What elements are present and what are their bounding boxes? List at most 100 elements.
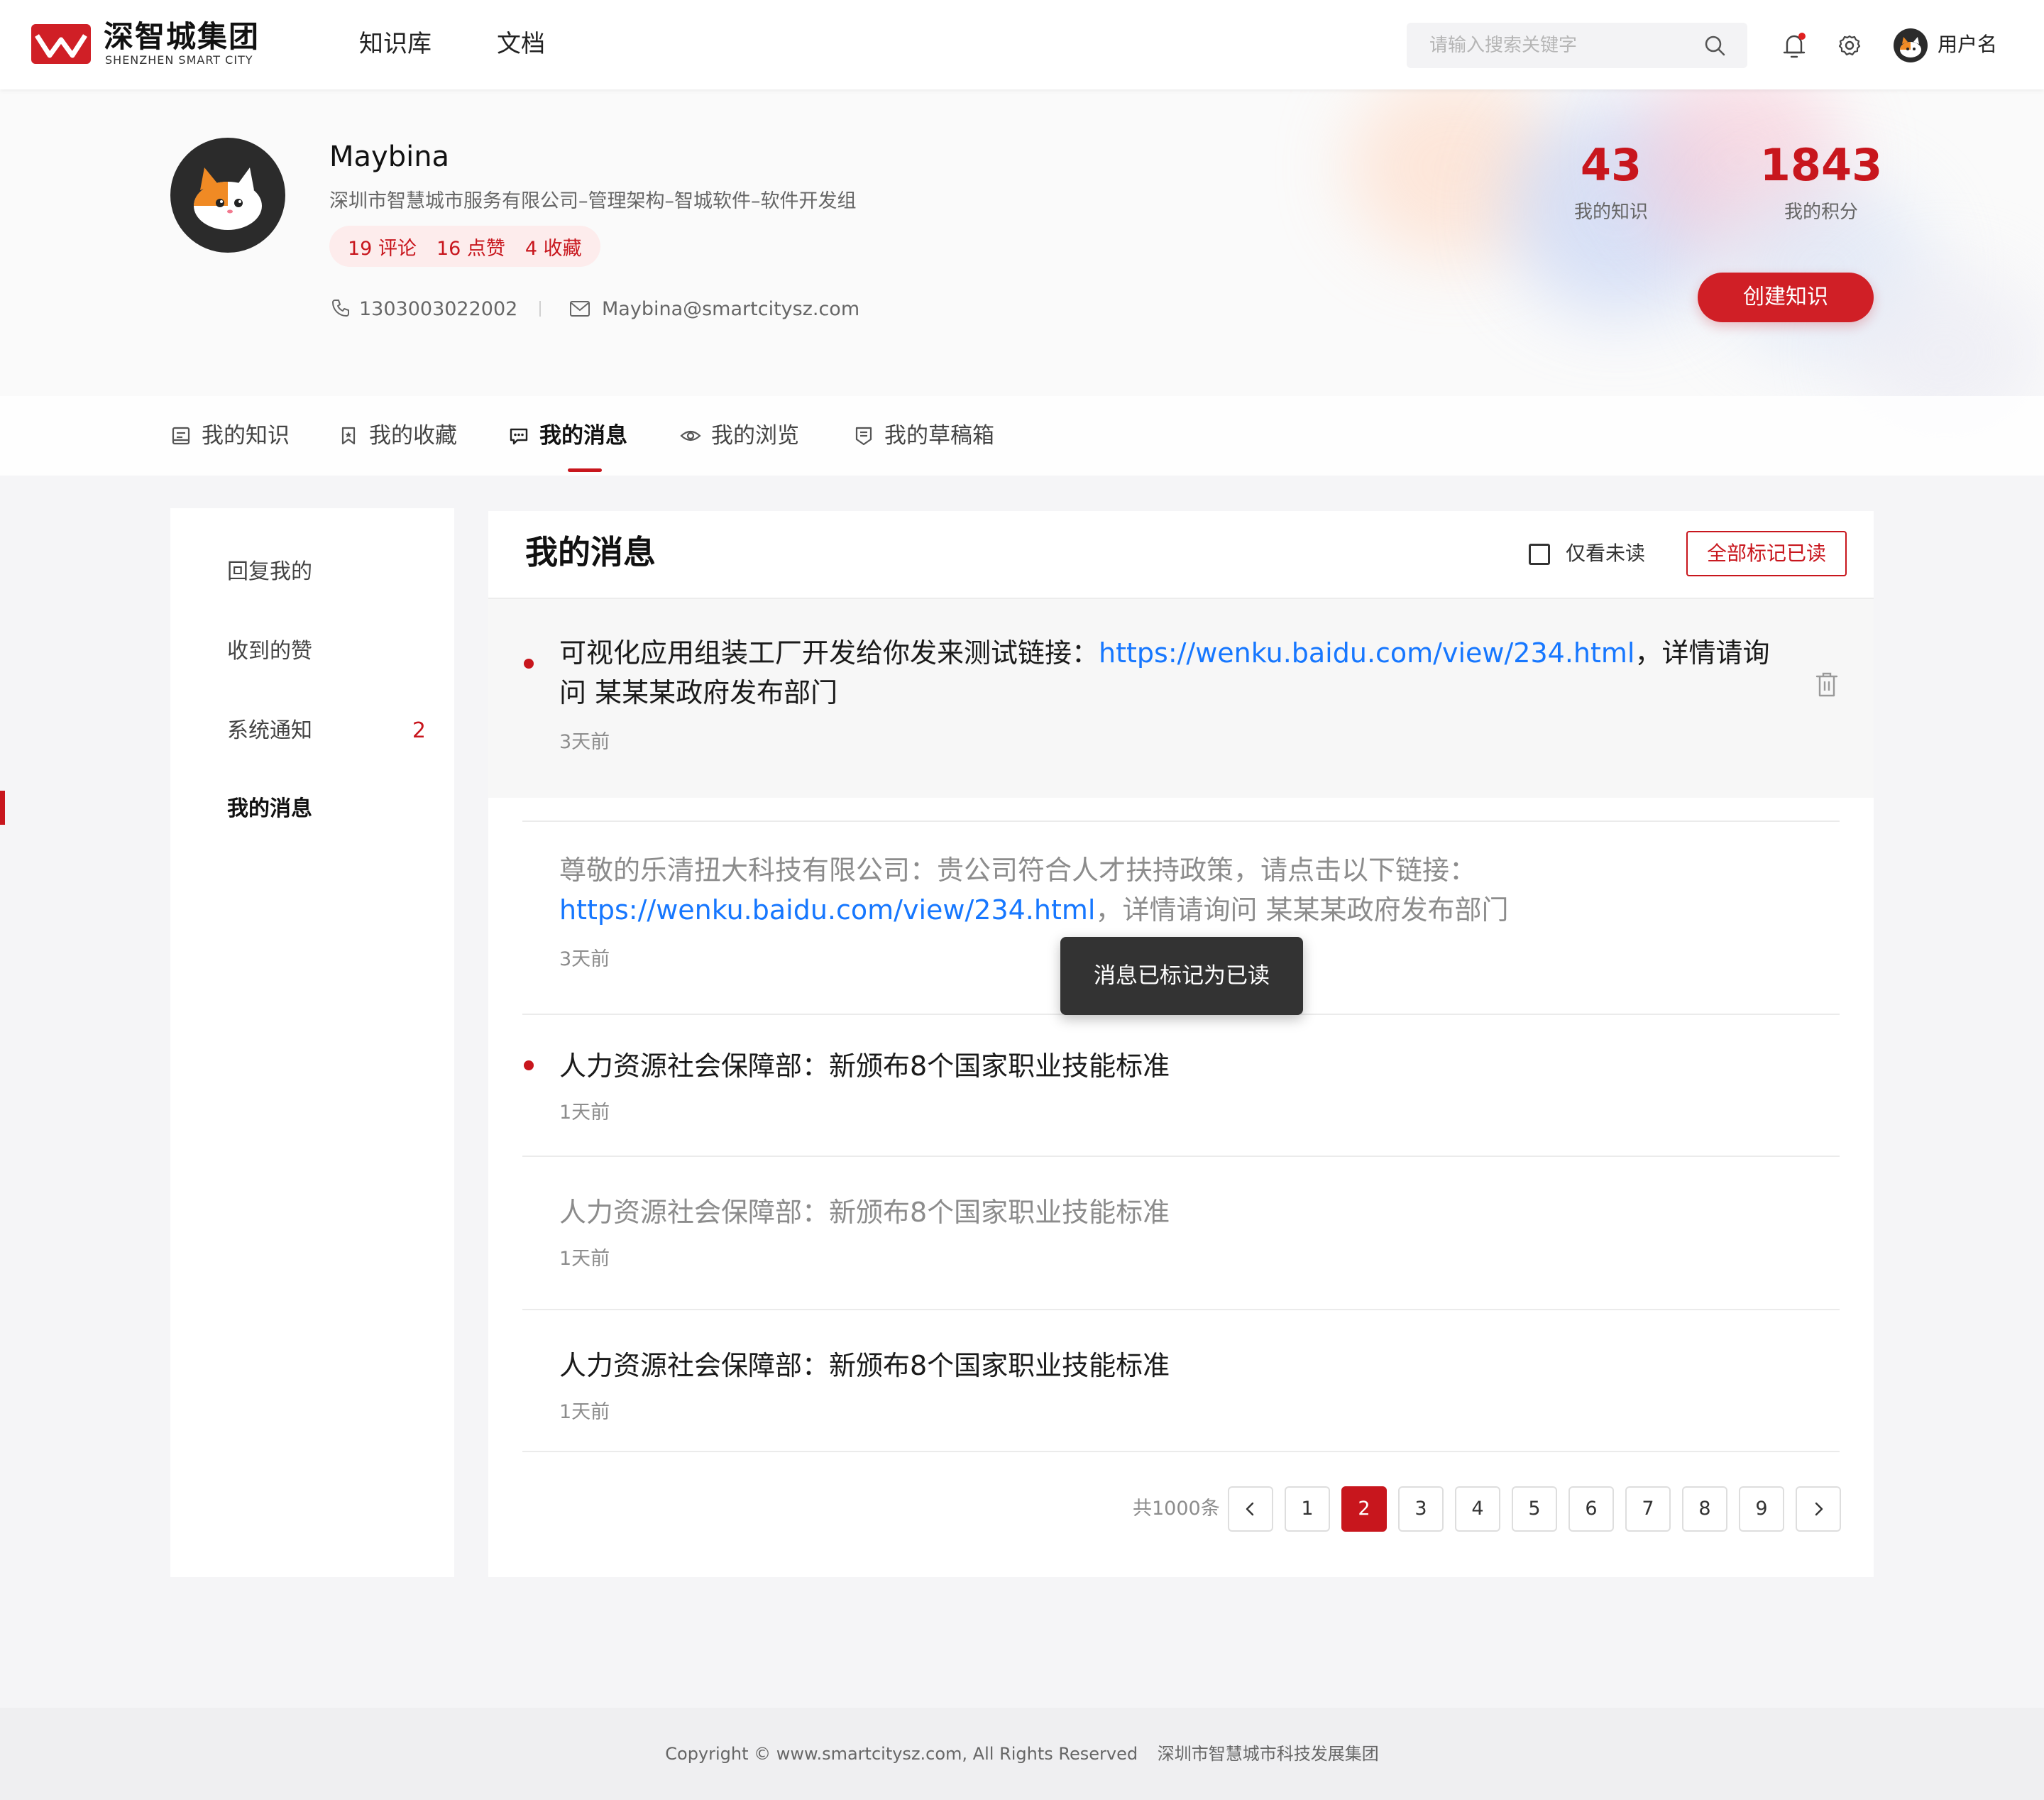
pagination-page-button[interactable]: 2 <box>1341 1486 1387 1532</box>
message-time: 1天前 <box>559 1248 610 1270</box>
settings-gear-icon[interactable] <box>1837 31 1862 60</box>
pagination-page-button[interactable]: 3 <box>1398 1486 1444 1532</box>
message-time: 1天前 <box>559 1401 610 1423</box>
knowledge-count[interactable]: 43 <box>1561 141 1661 190</box>
unread-count-badge: 2 <box>412 718 426 743</box>
favorites-count[interactable]: 4 收藏 <box>525 233 582 260</box>
sidebar-item-replies[interactable]: 回复我的 <box>170 551 454 593</box>
messages-panel: 我的消息 仅看未读 全部标记已读 可视化应用组装工厂开发给你发来测试链接：htt… <box>488 511 1874 1577</box>
pagination-page-button[interactable]: 6 <box>1568 1486 1614 1532</box>
message-time: 3天前 <box>559 948 610 970</box>
profile-name: Maybina <box>329 141 450 173</box>
company-name: 深圳市智慧城市科技发展集团 <box>1157 1744 1379 1764</box>
pagination-page-button[interactable]: 5 <box>1512 1486 1557 1532</box>
list-item[interactable]: 人力资源社会保障部：新颁布8个国家职业技能标准 1天前 <box>488 1310 1874 1452</box>
sidebar-item-label: 系统通知 <box>227 718 312 743</box>
message-text-part: 尊敬的乐清扭大科技有限公司：贵公司符合人才扶持政策，请点击以下链接： <box>559 855 1477 886</box>
cat-avatar-icon <box>194 168 262 230</box>
chevron-left-icon <box>1246 1502 1254 1516</box>
nav-knowledge-base[interactable]: 知识库 <box>359 28 432 60</box>
active-tab-indicator <box>568 468 602 472</box>
row-divider <box>522 1451 1840 1452</box>
phone-icon <box>332 300 349 317</box>
tab-label: 我的浏览 <box>711 423 799 449</box>
likes-count[interactable]: 16 点赞 <box>436 233 505 260</box>
user-avatar[interactable] <box>1894 28 1928 62</box>
message-link[interactable]: https://wenku.baidu.com/view/234.html <box>559 894 1095 926</box>
message-time: 1天前 <box>559 1102 610 1124</box>
sidebar-item-label: 收到的赞 <box>227 639 312 664</box>
message-text: 尊敬的乐清扭大科技有限公司：贵公司符合人才扶持政策，请点击以下链接： https:… <box>559 850 1624 930</box>
message-text-part: ，详情请询问 某某某政府发布部门 <box>1095 894 1509 926</box>
message-text: 人力资源社会保障部：新颁布8个国家职业技能标准 <box>559 1197 1170 1228</box>
search-input[interactable]: 请输入搜索关键字 <box>1407 23 1747 68</box>
pagination-page-button[interactable]: 8 <box>1682 1486 1727 1532</box>
trash-icon[interactable] <box>1815 671 1838 698</box>
list-item[interactable]: 人力资源社会保障部：新颁布8个国家职业技能标准 1天前 <box>488 1015 1874 1156</box>
contact-divider <box>539 301 541 317</box>
message-text: 人力资源社会保障部：新颁布8个国家职业技能标准 <box>559 1050 1170 1082</box>
tab-my-messages[interactable]: 我的消息 <box>508 422 627 450</box>
eye-icon <box>680 430 701 441</box>
bookmark-icon <box>341 427 356 445</box>
unread-only-label[interactable]: 仅看未读 <box>1566 539 1645 568</box>
logo-subtitle: SHENZHEN SMART CITY <box>105 53 253 67</box>
tab-my-favorites[interactable]: 我的收藏 <box>338 422 457 450</box>
pagination-page-button[interactable]: 9 <box>1739 1486 1784 1532</box>
points-count-label: 我的积分 <box>1784 202 1858 223</box>
comments-count[interactable]: 19 评论 <box>348 233 417 260</box>
tab-my-drafts[interactable]: 我的草稿箱 <box>853 422 994 450</box>
username-label[interactable]: 用户名 <box>1938 31 1997 58</box>
pagination-prev-button[interactable] <box>1228 1486 1273 1532</box>
pagination-page-button[interactable]: 4 <box>1455 1486 1500 1532</box>
list-item[interactable]: 可视化应用组装工厂开发给你发来测试链接：https://wenku.baidu.… <box>488 599 1874 798</box>
nav-documents[interactable]: 文档 <box>497 28 545 60</box>
unread-only-checkbox[interactable] <box>1529 544 1550 565</box>
sidebar-item-system-notices[interactable]: 系统通知 2 <box>170 710 454 752</box>
profile-phone: 1303003022002 <box>359 298 518 320</box>
knowledge-count-label: 我的知识 <box>1573 202 1648 223</box>
toast-notification: 消息已标记为已读 <box>1060 937 1303 1015</box>
tab-label: 我的收藏 <box>369 423 457 449</box>
sidebar-item-my-messages[interactable]: 我的消息 <box>170 788 454 830</box>
top-navbar: 深智城集团 SHENZHEN SMART CITY 知识库 文档 请输入搜索关键… <box>0 0 2044 89</box>
search-placeholder: 请输入搜索关键字 <box>1429 35 1578 56</box>
logo-text: 深智城集团 <box>104 19 260 54</box>
list-item[interactable]: 人力资源社会保障部：新颁布8个国家职业技能标准 1天前 <box>488 1157 1874 1309</box>
search-icon[interactable] <box>1703 34 1726 57</box>
logo-icon[interactable] <box>31 24 91 64</box>
cat-avatar-icon <box>1900 37 1921 57</box>
message-link[interactable]: https://wenku.baidu.com/view/234.html <box>1099 637 1634 669</box>
footer: Copyright © www.smartcitysz.com, All Rig… <box>0 1708 2044 1800</box>
unread-dot <box>524 659 534 669</box>
chevron-right-icon <box>1815 1502 1823 1516</box>
copyright-text: Copyright © www.smartcitysz.com, All Rig… <box>665 1744 1138 1764</box>
footer-text: Copyright © www.smartcitysz.com, All Rig… <box>0 1742 2044 1766</box>
points-count[interactable]: 1843 <box>1743 141 1899 190</box>
profile-avatar[interactable] <box>170 138 285 253</box>
sidebar-item-label: 我的消息 <box>227 796 312 821</box>
pagination-page-button[interactable]: 7 <box>1625 1486 1671 1532</box>
bell-icon[interactable] <box>1781 31 1807 60</box>
sidebar-active-indicator <box>0 791 5 825</box>
mark-all-read-button[interactable]: 全部标记已读 <box>1686 531 1847 576</box>
message-text: 人力资源社会保障部：新颁布8个国家职业技能标准 <box>559 1350 1170 1381</box>
message-text: 可视化应用组装工厂开发给你发来测试链接：https://wenku.baidu.… <box>559 633 1780 713</box>
profile-activity-badge: 19 评论 16 点赞 4 收藏 <box>329 226 600 267</box>
mail-icon <box>570 301 590 317</box>
sidebar-item-likes[interactable]: 收到的赞 <box>170 630 454 673</box>
profile-tabs: 我的知识 我的收藏 我的消息 我的浏览 我的草稿箱 <box>0 396 2044 476</box>
tab-label: 我的知识 <box>202 423 290 449</box>
tab-label: 我的消息 <box>539 423 627 449</box>
unread-dot <box>524 1060 534 1070</box>
create-knowledge-button[interactable]: 创建知识 <box>1698 273 1874 322</box>
pagination-page-button[interactable]: 1 <box>1285 1486 1330 1532</box>
book-icon <box>172 427 190 445</box>
tab-my-knowledge[interactable]: 我的知识 <box>170 422 290 450</box>
pagination-next-button[interactable] <box>1796 1486 1841 1532</box>
message-time: 3天前 <box>559 731 610 753</box>
profile-organization: 深圳市智慧城市服务有限公司–管理架构–智城软件–软件开发组 <box>329 190 857 212</box>
tab-my-history[interactable]: 我的浏览 <box>680 422 799 450</box>
sidebar-item-label: 回复我的 <box>227 559 312 584</box>
message-category-sidebar: 回复我的 收到的赞 系统通知 2 我的消息 <box>170 508 454 1577</box>
